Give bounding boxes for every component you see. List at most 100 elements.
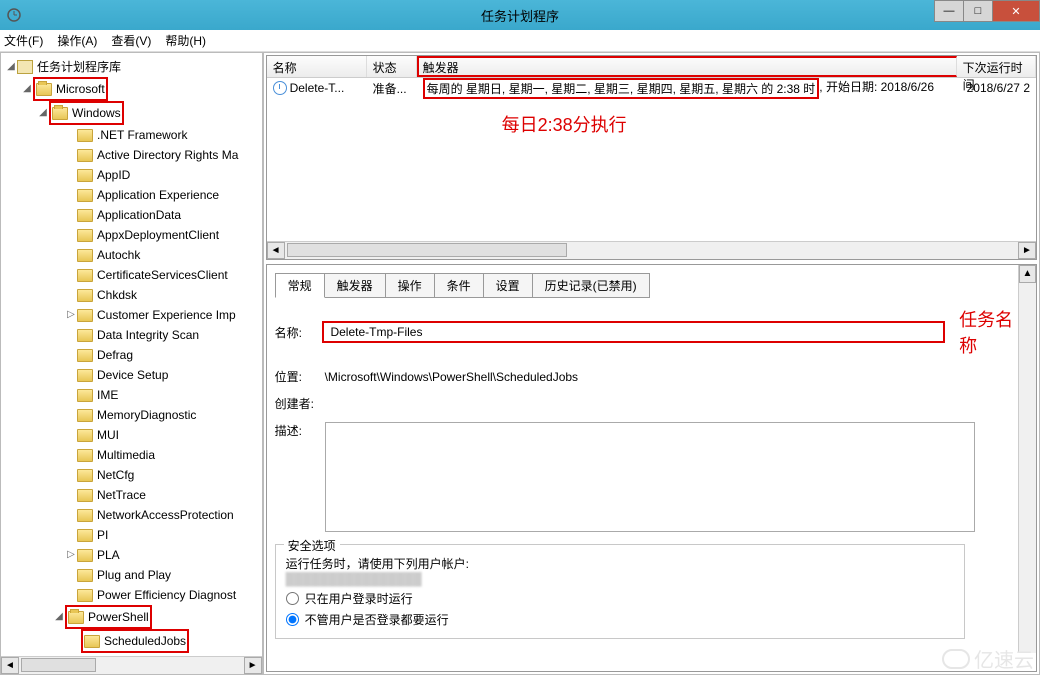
folder-icon [77,169,93,182]
tab-settings[interactable]: 设置 [483,273,533,298]
label-name: 名称: [275,324,323,341]
task-trigger: 每周的 星期日, 星期一, 星期二, 星期三, 星期四, 星期五, 星期六 的 … [423,78,820,99]
tree-horizontal-scrollbar[interactable]: ◄ ► [1,656,262,674]
tree-item[interactable]: .NET Framework [5,125,262,145]
tree-item[interactable]: Chkdsk [5,285,262,305]
task-row[interactable]: Delete-T... 准备... 每周的 星期日, 星期一, 星期二, 星期三… [267,78,1036,98]
task-detail: 常规 触发器 操作 条件 设置 历史记录(已禁用) 名称: Delete-Tmp… [266,264,1037,672]
tree-item[interactable]: AppID [5,165,262,185]
task-trigger-tail: , 开始日期: 2018/6/26 [819,78,934,99]
col-status[interactable]: 状态 [367,56,417,77]
menu-action[interactable]: 操作(A) [57,32,97,49]
app-icon [6,7,22,23]
window-title: 任务计划程序 [481,6,559,25]
tree-powershell[interactable]: PowerShell [88,607,149,627]
tree-scheduledjobs[interactable]: ScheduledJobs [104,631,186,651]
folder-icon [77,269,93,282]
folder-icon [77,329,93,342]
col-next[interactable]: 下次运行时间 [957,56,1036,77]
maximize-button[interactable]: □ [963,0,993,22]
menu-help[interactable]: 帮助(H) [165,32,206,49]
folder-icon [36,83,52,96]
folder-icon [77,529,93,542]
tab-history[interactable]: 历史记录(已禁用) [532,273,650,298]
tree-item[interactable]: AppxDeploymentClient [5,225,262,245]
folder-icon [77,489,93,502]
tree-item[interactable]: Power Efficiency Diagnost [5,585,262,605]
tree-item[interactable]: Device Setup [5,365,262,385]
tree-item[interactable]: IME [5,385,262,405]
radio-logged-on[interactable]: 只在用户登录时运行 [286,590,954,607]
tree-item[interactable]: MUI [5,425,262,445]
tree-item[interactable]: Autochk [5,245,262,265]
folder-icon [77,449,93,462]
tree-item[interactable]: Multimedia [5,445,262,465]
task-name: Delete-T... [290,81,345,95]
folder-icon [77,389,93,402]
tree-item[interactable]: Application Experience [5,185,262,205]
tab-actions[interactable]: 操作 [385,273,435,298]
tree-microsoft[interactable]: Microsoft [56,79,105,99]
scroll-left-icon[interactable]: ◄ [1,657,19,674]
value-location: \Microsoft\Windows\PowerShell\ScheduledJ… [325,370,578,384]
label-creator: 创建者: [275,395,325,412]
scroll-right-icon[interactable]: ► [244,657,262,674]
title-bar: 任务计划程序 — □ ✕ [0,0,1040,30]
col-trigger[interactable]: 触发器 [417,56,957,77]
tree-item[interactable]: NetCfg [5,465,262,485]
col-name[interactable]: 名称 [267,56,367,77]
tree-item[interactable]: NetTrace [5,485,262,505]
folder-icon [77,189,93,202]
tab-conditions[interactable]: 条件 [434,273,484,298]
folder-icon [52,107,68,120]
folder-icon [77,149,93,162]
menu-bar: 文件(F) 操作(A) 查看(V) 帮助(H) [0,30,1040,52]
scroll-up-icon[interactable]: ▲ [1019,265,1036,283]
label-location: 位置: [275,368,325,385]
navigation-tree[interactable]: ◢任务计划程序库 ◢Microsoft ◢Windows .NET Framew… [1,53,264,674]
folder-icon [77,249,93,262]
menu-file[interactable]: 文件(F) [4,32,43,49]
minimize-button[interactable]: — [934,0,964,22]
tree-item[interactable]: MemoryDiagnostic [5,405,262,425]
tree-item[interactable]: ApplicationData [5,205,262,225]
folder-icon [84,635,100,648]
folder-icon [77,409,93,422]
close-button[interactable]: ✕ [992,0,1040,22]
scroll-thumb[interactable] [21,658,96,672]
scroll-right-icon[interactable]: ► [1018,242,1036,259]
task-list: 名称 状态 触发器 下次运行时间 Delete-T... 准备... 每周的 星… [266,55,1037,260]
tree-windows[interactable]: Windows [72,103,121,123]
menu-view[interactable]: 查看(V) [111,32,151,49]
tree-root[interactable]: 任务计划程序库 [37,57,121,77]
annotation-daily: 每日2:38分执行 [502,111,627,137]
task-status: 准备... [367,80,417,97]
tree-item[interactable]: NetworkAccessProtection [5,505,262,525]
tab-triggers[interactable]: 触发器 [324,273,386,298]
folder-icon [68,611,84,624]
label-description: 描述: [275,422,325,439]
task-name-input[interactable]: Delete-Tmp-Files [322,321,945,343]
security-account-line: 运行任务时，请使用下列用户帐户: [286,555,954,572]
folder-icon [77,509,93,522]
tree-item[interactable]: PI [5,525,262,545]
folder-icon [77,569,93,582]
tree-item[interactable]: ▷Customer Experience Imp [5,305,262,325]
folder-icon [77,129,93,142]
tree-item[interactable]: CertificateServicesClient [5,265,262,285]
detail-vertical-scrollbar[interactable]: ▲ [1018,265,1036,653]
tree-item[interactable]: Plug and Play [5,565,262,585]
tree-item[interactable]: ▷PLA [5,545,262,565]
tab-general[interactable]: 常规 [275,273,325,298]
scroll-left-icon[interactable]: ◄ [267,242,285,259]
security-legend: 安全选项 [284,537,340,554]
tree-item[interactable]: Active Directory Rights Ma [5,145,262,165]
list-horizontal-scrollbar[interactable]: ◄ ► [267,241,1036,259]
account-name-blurred: ████████████████ [286,572,954,586]
library-icon [17,60,33,74]
description-input[interactable] [325,422,975,532]
tree-item[interactable]: Defrag [5,345,262,365]
scroll-thumb[interactable] [287,243,567,257]
radio-any-logon[interactable]: 不管用户是否登录都要运行 [286,611,954,628]
tree-item[interactable]: Data Integrity Scan [5,325,262,345]
